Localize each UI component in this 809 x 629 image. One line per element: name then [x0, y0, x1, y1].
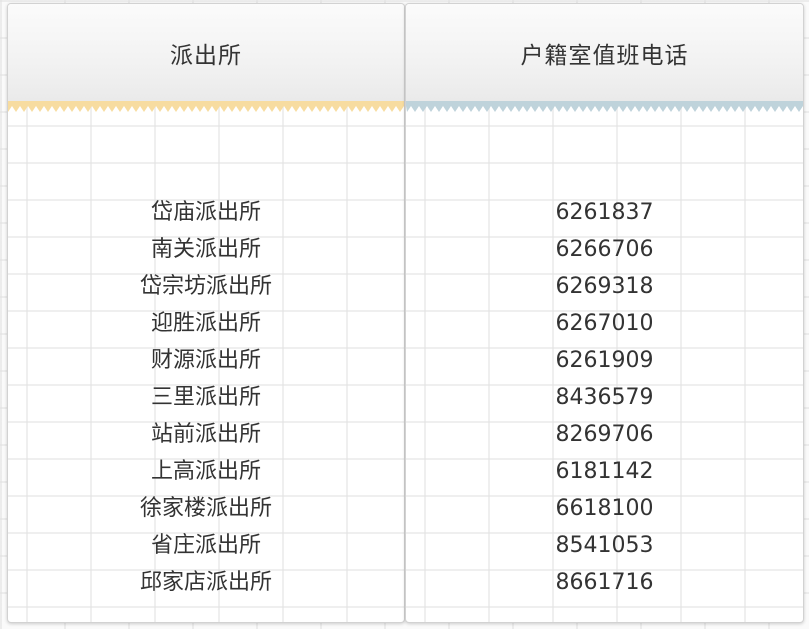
- zigzag-shape: [8, 101, 404, 112]
- zigzag-divider: [406, 101, 803, 112]
- phone-number-cell: 6267010: [555, 311, 654, 336]
- station-name-cell: 岱庙派出所: [150, 200, 261, 225]
- zigzag-divider: [8, 101, 404, 112]
- station-name-cell: 岱宗坊派出所: [139, 274, 272, 299]
- phone-number-cell: 6618100: [555, 496, 654, 521]
- phone-number-cell: 6261909: [555, 348, 654, 373]
- station-header-label: 派出所: [170, 42, 242, 69]
- phone-number-cell: 6269318: [555, 274, 654, 299]
- phone-column: 户籍室值班电话 6261837 6266706 6269318 6267010 6261…: [405, 3, 804, 623]
- station-name-cell: 三里派出所: [150, 385, 261, 410]
- station-name-cell: 徐家楼派出所: [139, 496, 272, 521]
- phone-header-label: 户籍室值班电话: [520, 42, 689, 69]
- phone-number-cell: 8661716: [555, 570, 654, 595]
- phone-header-zigzag-border: [406, 101, 803, 113]
- phone-list: 6261837 6266706 6269318 6267010 6261909 84365…: [406, 194, 803, 601]
- phone-number-cell: 8269706: [555, 422, 654, 447]
- station-header-zigzag-border: [8, 101, 404, 113]
- phone-number-cell: 8436579: [555, 385, 654, 410]
- phone-column-header: 户籍室值班电话: [406, 4, 803, 102]
- station-name-cell: 财源派出所: [150, 348, 261, 373]
- station-name-cell: 站前派出所: [150, 422, 261, 447]
- station-name-cell: 省庄派出所: [150, 533, 261, 558]
- station-column-header: 派出所: [8, 4, 404, 102]
- phone-number-cell: 6266706: [555, 237, 654, 262]
- station-name-cell: 上高派出所: [150, 459, 261, 484]
- station-list: 岱庙派出所南关派出所岱宗坊派出所 迎胜派出所财源派出所三里派出所站前派出所上高派出…: [8, 194, 404, 601]
- station-name-cell: 邱家店派出所: [139, 570, 272, 595]
- phone-number-cell: 6261837: [555, 200, 654, 225]
- station-name-cell: 南关派出所: [150, 237, 261, 262]
- station-name-cell: 迎胜派出所: [150, 311, 261, 336]
- phone-number-cell: 8541053: [555, 533, 654, 558]
- station-column: 派出所 岱庙派出所南关派出所岱宗坊派出所 迎胜派出所财源派出所三里派出所站前派出所…: [7, 3, 405, 623]
- phone-number-cell: 6181142: [555, 459, 654, 484]
- zigzag-shape: [406, 101, 803, 112]
